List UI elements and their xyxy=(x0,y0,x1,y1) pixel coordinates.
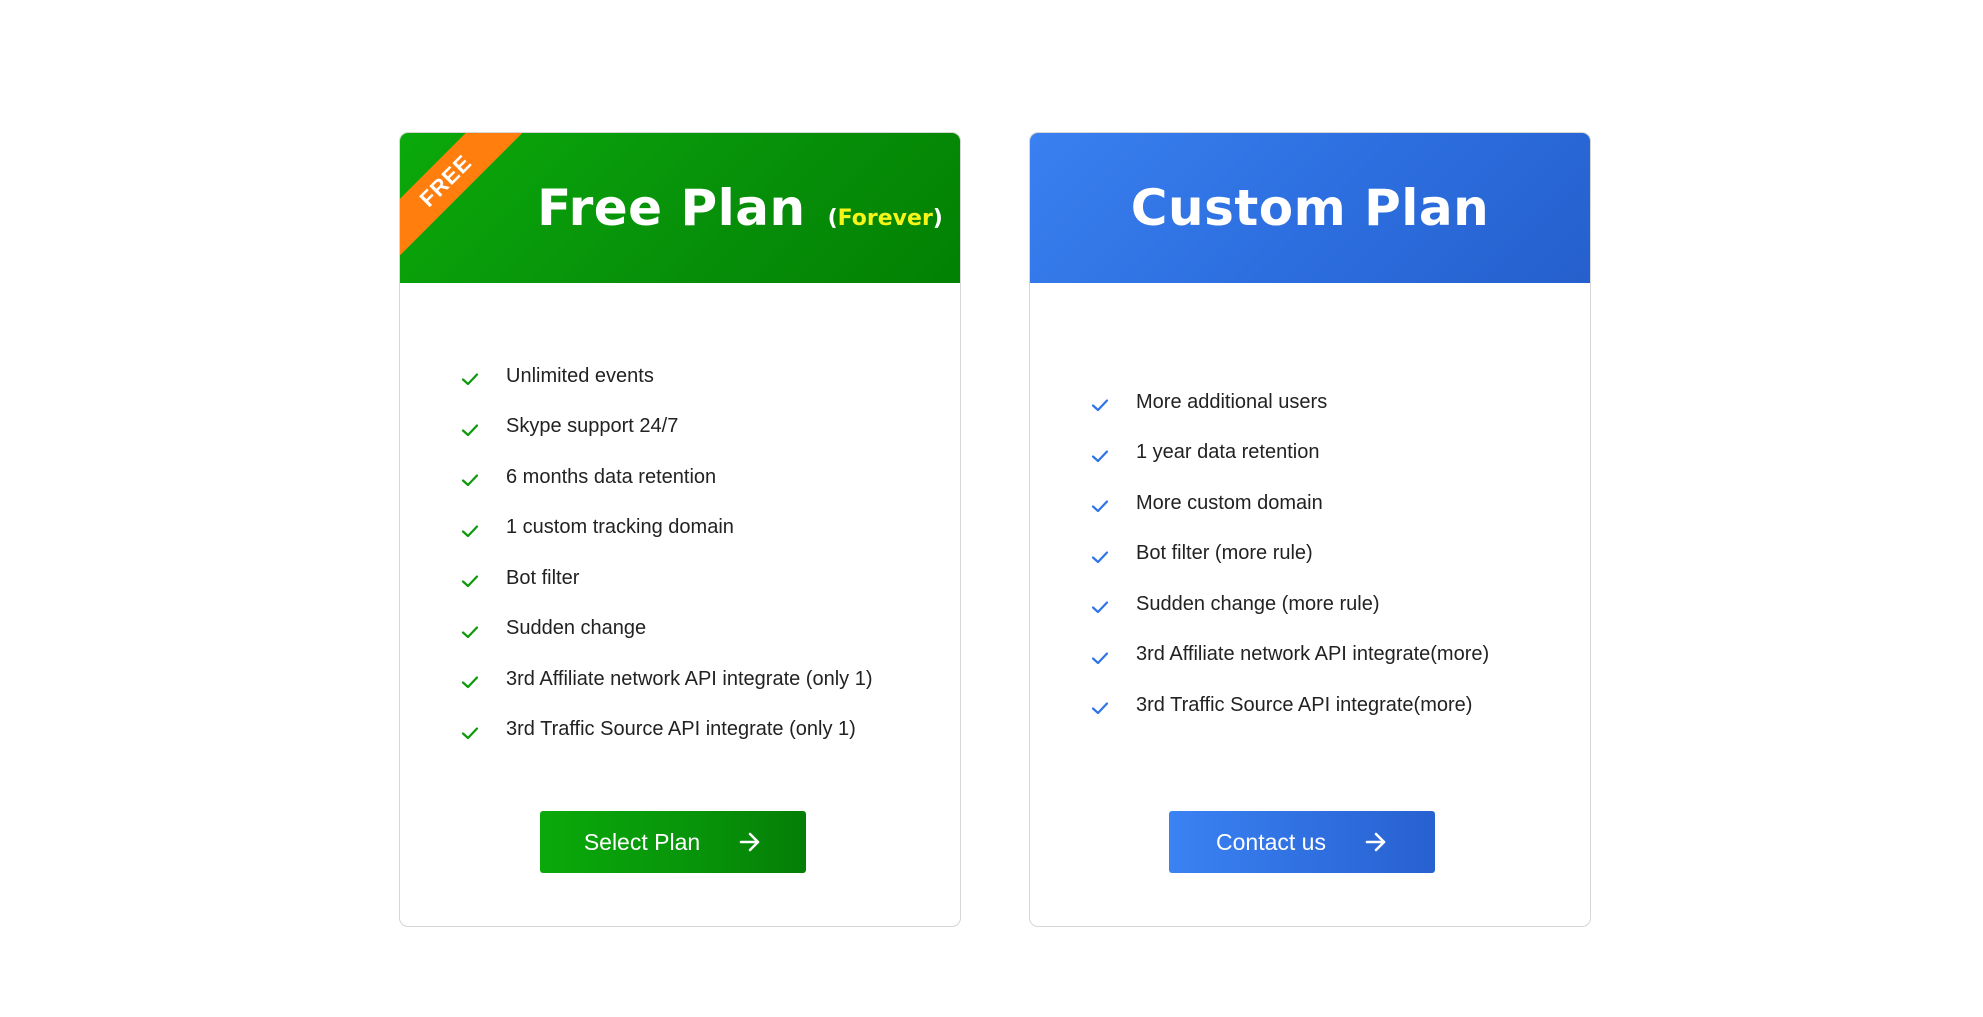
list-item: Bot filter (more rule) xyxy=(1090,529,1570,580)
check-icon xyxy=(461,676,479,689)
list-item: More additional users xyxy=(1090,377,1570,428)
feature-label: 3rd Traffic Source API integrate (only 1… xyxy=(506,718,856,741)
feature-label: 3rd Affiliate network API integrate (onl… xyxy=(506,667,873,690)
list-item: Sudden change xyxy=(460,604,940,655)
check-icon xyxy=(1091,450,1109,462)
check-icon xyxy=(461,424,479,436)
free-plan-subtitle: (Forever) xyxy=(828,206,943,231)
feature-label: Unlimited events xyxy=(506,364,654,387)
subtitle-open-paren: ( xyxy=(827,206,838,231)
feature-label: Sudden change (more rule) xyxy=(1136,592,1380,615)
subtitle-close-paren: ) xyxy=(932,206,943,231)
check-icon xyxy=(1091,652,1109,664)
list-item: 6 months data retention xyxy=(460,452,940,503)
check-icon xyxy=(1091,601,1109,614)
list-item: 1 year data retention xyxy=(1090,428,1570,479)
list-item: More custom domain xyxy=(1090,478,1570,529)
list-item: Sudden change (more rule) xyxy=(1090,579,1570,630)
feature-label: Bot filter xyxy=(506,566,580,589)
contact-us-label: Contact us xyxy=(1216,828,1326,855)
check-icon xyxy=(461,575,479,588)
free-plan-title: Free Plan xyxy=(537,179,806,237)
feature-label: Skype support 24/7 xyxy=(506,415,679,438)
feature-label: 3rd Traffic Source API integrate(more) xyxy=(1136,693,1473,716)
check-icon xyxy=(461,525,479,537)
arrow-right-icon xyxy=(739,832,760,852)
list-item: 3rd Traffic Source API integrate (only 1… xyxy=(460,705,940,756)
list-item: 3rd Traffic Source API integrate(more) xyxy=(1090,680,1570,731)
custom-feature-list: More additional users 1 year data retent… xyxy=(1090,377,1570,731)
check-icon xyxy=(461,626,479,638)
select-plan-label: Select Plan xyxy=(583,828,701,855)
check-icon xyxy=(1091,551,1109,563)
list-item: 3rd Affiliate network API integrate(more… xyxy=(1090,630,1570,681)
arrow-right-icon xyxy=(1365,832,1386,852)
list-item: Bot filter xyxy=(460,553,940,604)
check-icon xyxy=(1091,399,1109,412)
feature-label: 3rd Affiliate network API integrate(more… xyxy=(1136,643,1490,666)
select-plan-button[interactable]: Select Plan xyxy=(540,811,806,873)
feature-label: 6 months data retention xyxy=(506,465,717,488)
free-plan-header: FREE Free Plan (Forever) xyxy=(400,133,960,283)
contact-us-button[interactable]: Contact us xyxy=(1169,811,1435,873)
subtitle-forever: Forever xyxy=(837,206,933,231)
check-icon xyxy=(461,373,479,386)
feature-label: Bot filter (more rule) xyxy=(1136,542,1313,565)
free-plan-card: FREE Free Plan (Forever) Unlimited event… xyxy=(399,132,961,927)
list-item: 3rd Affiliate network API integrate (onl… xyxy=(460,654,940,705)
free-feature-list: Unlimited events Skype support 24/7 6 mo… xyxy=(460,351,940,755)
free-plan-title-wrap: Free Plan (Forever) xyxy=(537,179,943,237)
pricing-page: FREE Free Plan (Forever) Unlimited event… xyxy=(0,0,1983,1017)
feature-label: 1 custom tracking domain xyxy=(506,516,734,539)
custom-plan-card: Custom Plan More additional users 1 year… xyxy=(1029,132,1591,927)
feature-label: More additional users xyxy=(1136,390,1328,413)
check-icon xyxy=(461,727,479,739)
check-icon xyxy=(461,474,479,487)
feature-label: Sudden change xyxy=(506,617,647,640)
feature-label: 1 year data retention xyxy=(1136,441,1320,464)
custom-plan-title: Custom Plan xyxy=(1130,179,1490,237)
free-ribbon: FREE xyxy=(400,133,524,259)
list-item: Skype support 24/7 xyxy=(460,402,940,453)
check-icon xyxy=(1091,702,1109,715)
list-item: Unlimited events xyxy=(460,351,940,402)
check-icon xyxy=(1091,500,1109,513)
list-item: 1 custom tracking domain xyxy=(460,503,940,554)
feature-label: More custom domain xyxy=(1136,491,1323,514)
custom-plan-header: Custom Plan xyxy=(1030,133,1590,283)
